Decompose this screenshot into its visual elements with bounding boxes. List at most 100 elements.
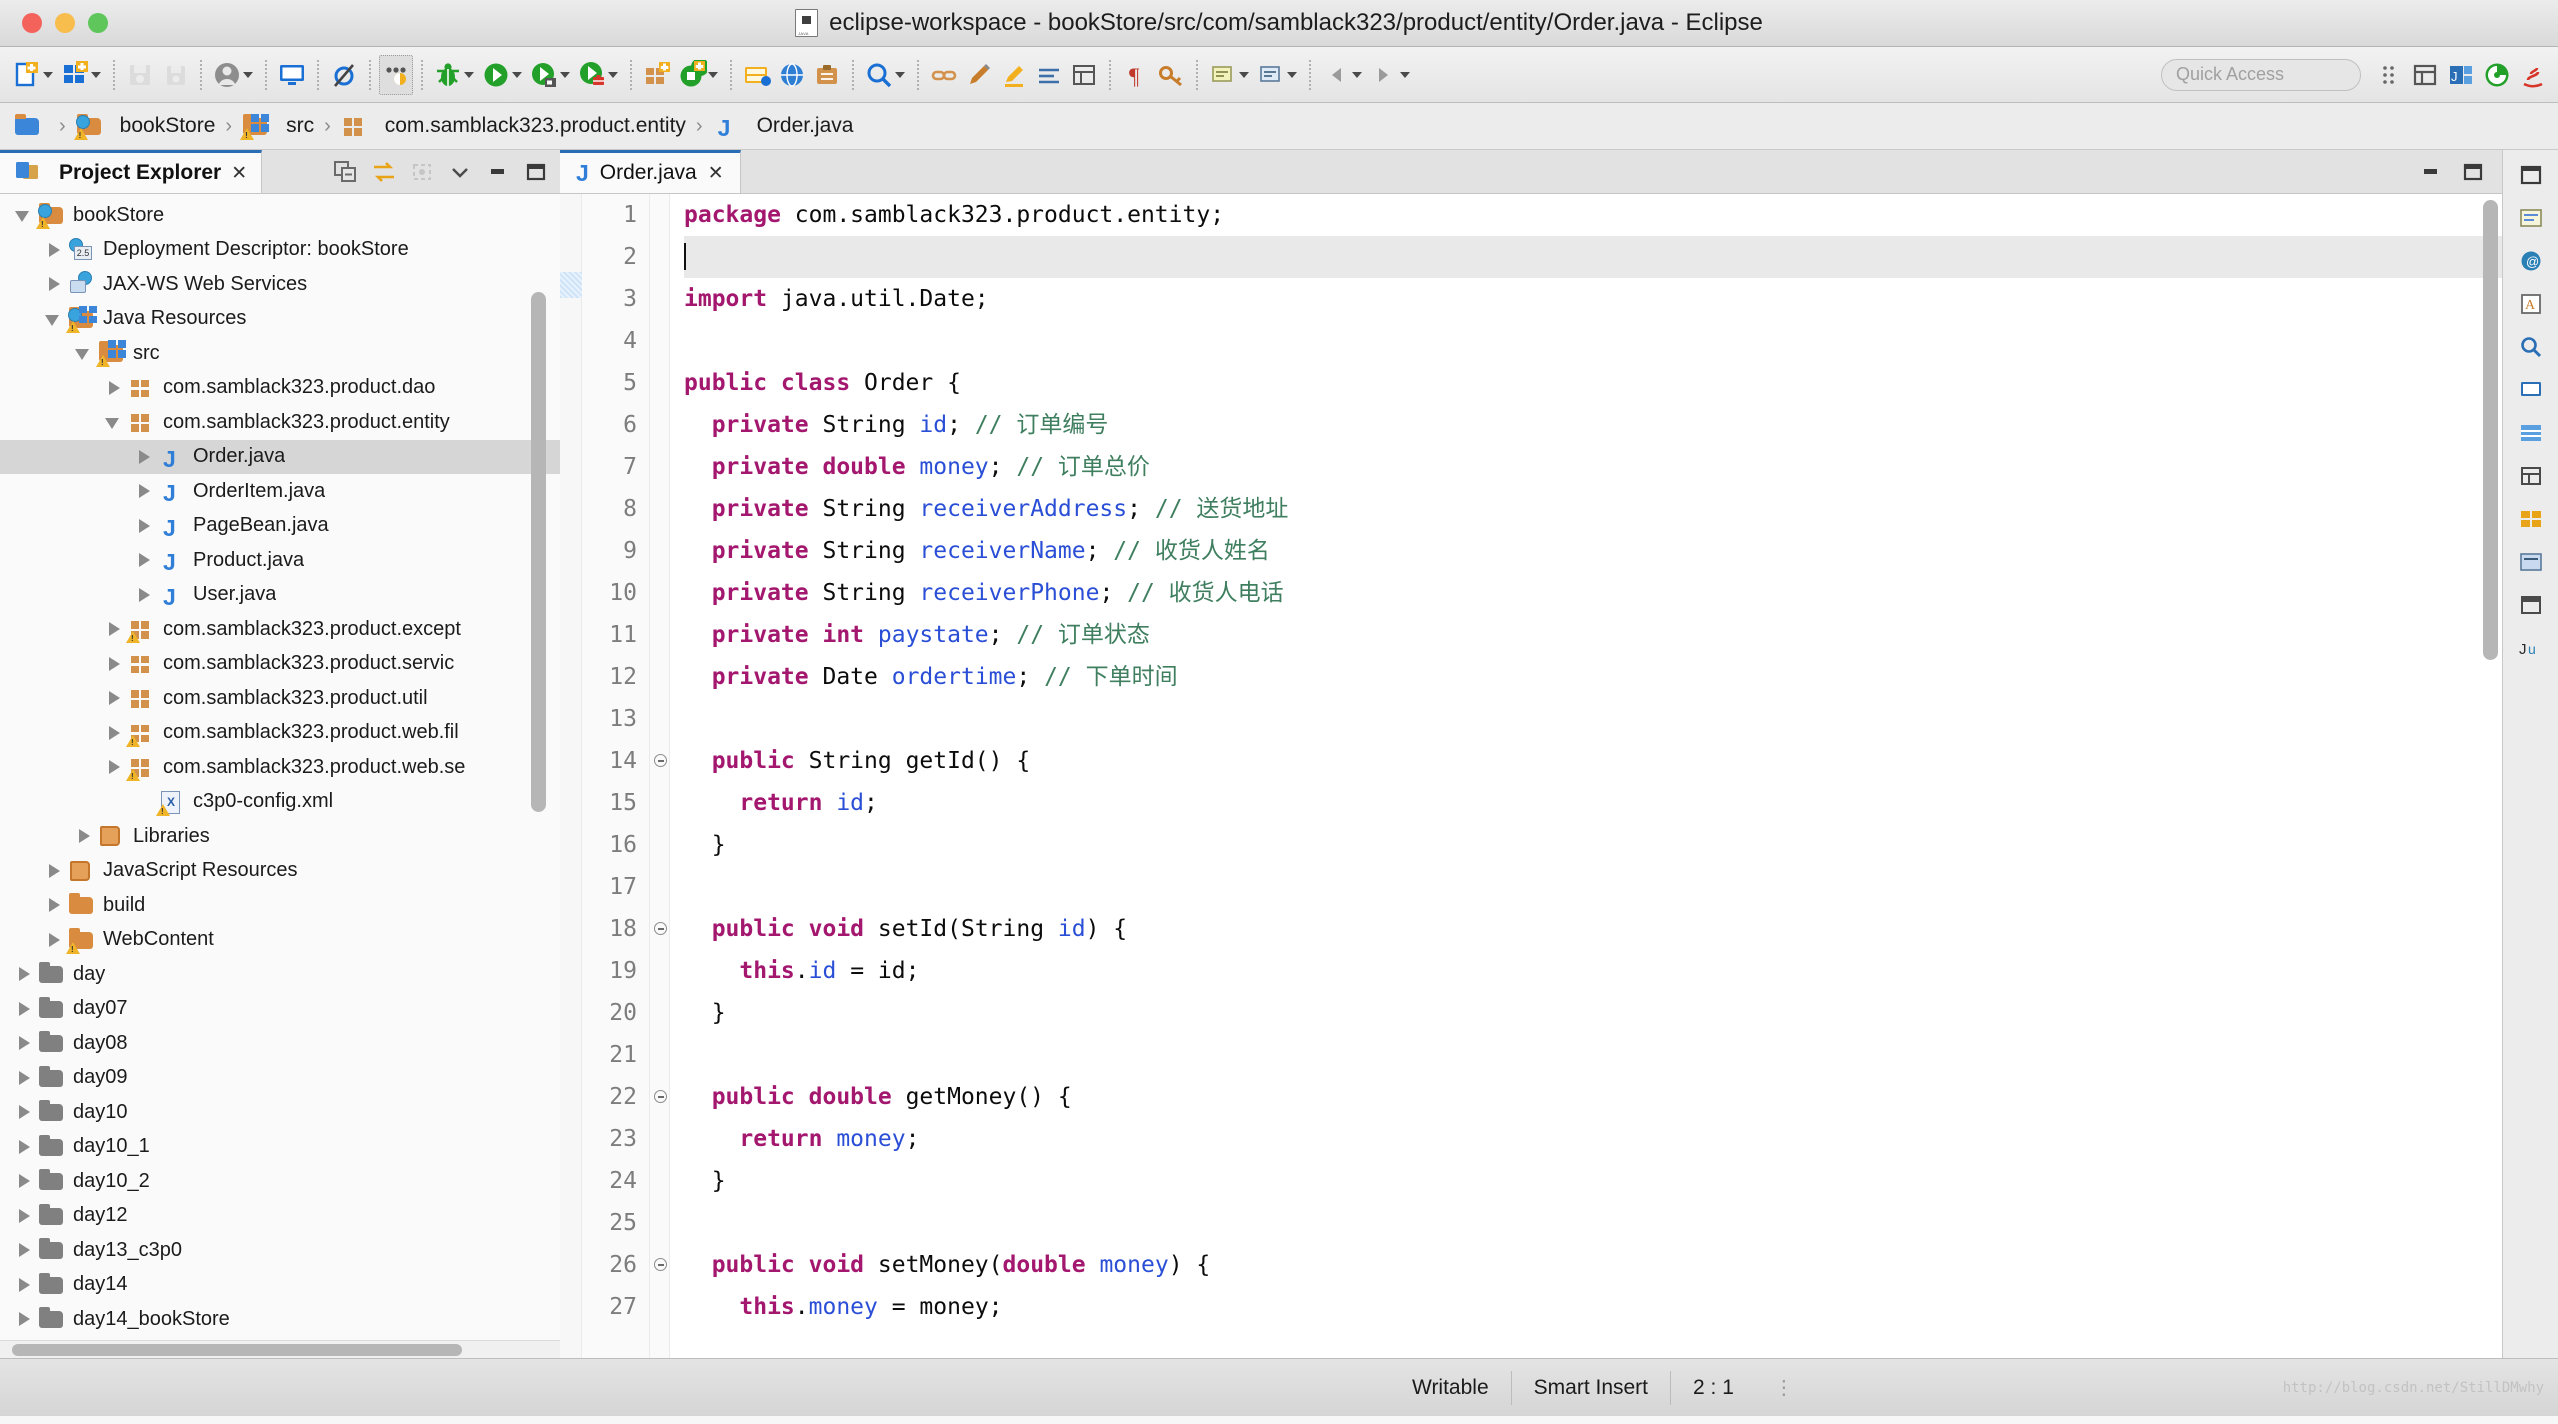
code-line[interactable]: return id;	[684, 782, 2502, 824]
fold-cell[interactable]	[650, 488, 669, 530]
arrow-right-icon[interactable]	[1367, 55, 1401, 95]
tree-item[interactable]: day14_bookStore	[0, 1302, 560, 1337]
tree-item[interactable]: bookStore	[0, 198, 560, 233]
fold-cell[interactable]	[650, 1202, 669, 1244]
expand-arrow-icon[interactable]	[134, 585, 154, 605]
expand-arrow-icon[interactable]	[14, 1068, 34, 1088]
tab-project-explorer[interactable]: Project Explorer ✕	[0, 150, 262, 193]
collapse-method-icon[interactable]	[654, 1090, 667, 1103]
code-line[interactable]	[684, 236, 2502, 278]
collapse-method-icon[interactable]	[654, 922, 667, 935]
marker-column[interactable]	[560, 194, 582, 1358]
code-line[interactable]: this.money = money;	[684, 1286, 2502, 1328]
fold-cell[interactable]	[650, 992, 669, 1034]
next-annotation-icon[interactable]	[1254, 55, 1288, 95]
tree-item[interactable]: Java Resources	[0, 302, 560, 337]
expand-arrow-icon[interactable]	[14, 1275, 34, 1295]
tree-item[interactable]: build	[0, 888, 560, 923]
monitor-icon[interactable]	[275, 55, 309, 95]
tree-item[interactable]: src	[0, 336, 560, 371]
fold-cell[interactable]	[650, 194, 669, 236]
run-case-icon[interactable]	[575, 55, 609, 95]
code-line[interactable]: public class Order {	[684, 362, 2502, 404]
close-icon[interactable]: ✕	[231, 162, 247, 185]
tree-item[interactable]: day10_2	[0, 1164, 560, 1199]
bug-dropdown-icon[interactable]	[464, 72, 474, 78]
expand-arrow-icon[interactable]	[104, 688, 124, 708]
arrow-left-icon[interactable]	[1319, 55, 1353, 95]
code-line[interactable]: private String receiverAddress; // 送货地址	[684, 488, 2502, 530]
expand-arrow-icon[interactable]	[14, 1309, 34, 1329]
expand-arrow-icon[interactable]	[44, 274, 64, 294]
tree-item[interactable]: day10	[0, 1095, 560, 1130]
fold-cell[interactable]	[650, 278, 669, 320]
expand-arrow-icon[interactable]	[14, 964, 34, 984]
java-ee-perspective-icon[interactable]: J	[2444, 55, 2478, 95]
outline-view-icon[interactable]	[2511, 502, 2551, 536]
focus-task-icon[interactable]	[407, 157, 437, 187]
tree-item[interactable]: c3p0-config.xml	[0, 785, 560, 820]
breadcrumb-item-package[interactable]: com.samblack323.product.entity	[341, 113, 686, 139]
palette-view-icon[interactable]	[2511, 588, 2551, 622]
code-line[interactable]	[684, 698, 2502, 740]
bug-icon[interactable]	[431, 55, 465, 95]
expand-arrow-icon[interactable]	[104, 654, 124, 674]
code-line[interactable]	[684, 1034, 2502, 1076]
tree-item[interactable]: JavaScript Resources	[0, 854, 560, 889]
code-line[interactable]	[684, 320, 2502, 362]
code-line[interactable]: private int paystate; // 订单状态	[684, 614, 2502, 656]
breadcrumb-item-workspace[interactable]	[14, 113, 49, 139]
no-breakpoint-icon[interactable]	[327, 55, 361, 95]
marker-icon[interactable]	[997, 55, 1031, 95]
code-area[interactable]: 1234567891011121314151617181920212223242…	[560, 194, 2502, 1358]
project-tree-vscrollbar[interactable]	[531, 202, 546, 1142]
class-plus-icon[interactable]	[675, 55, 709, 95]
task-list-view-icon[interactable]	[2511, 545, 2551, 579]
class-plus-dropdown-icon[interactable]	[708, 72, 718, 78]
expand-arrow-icon[interactable]	[74, 343, 94, 363]
task-icon[interactable]	[810, 55, 844, 95]
expand-arrow-icon[interactable]	[74, 826, 94, 846]
tree-item[interactable]: JOrder.java	[0, 440, 560, 475]
code-line[interactable]: private double money; // 订单总价	[684, 446, 2502, 488]
code-line[interactable]: }	[684, 992, 2502, 1034]
new-grid-icon[interactable]	[58, 55, 92, 95]
restore-view-icon[interactable]	[2511, 158, 2551, 192]
package-plus-icon[interactable]	[640, 55, 674, 95]
expand-arrow-icon[interactable]	[44, 861, 64, 881]
project-tree-hscrollbar[interactable]	[0, 1340, 560, 1358]
fold-cell[interactable]	[650, 614, 669, 656]
chevron-down-icon[interactable]	[445, 157, 475, 187]
data-source-view-icon[interactable]	[2511, 416, 2551, 450]
tree-item[interactable]: day	[0, 957, 560, 992]
tree-item[interactable]: com.samblack323.product.dao	[0, 371, 560, 406]
code-line[interactable]: private String id; // 订单编号	[684, 404, 2502, 446]
fold-cell[interactable]	[650, 1244, 669, 1286]
close-window-button[interactable]	[22, 13, 42, 33]
open-perspective-icon[interactable]	[2408, 55, 2442, 95]
code-line[interactable]: this.id = id;	[684, 950, 2502, 992]
new-grid-dropdown-icon[interactable]	[91, 72, 101, 78]
search-dropdown-icon[interactable]	[895, 72, 905, 78]
expand-arrow-icon[interactable]	[14, 1033, 34, 1053]
key-icon[interactable]	[1154, 55, 1188, 95]
properties-view-icon[interactable]: A	[2511, 287, 2551, 321]
collapse-method-icon[interactable]	[654, 754, 667, 767]
console-view-icon[interactable]	[2511, 373, 2551, 407]
person-icon[interactable]	[210, 55, 244, 95]
code-line[interactable]: package com.samblack323.product.entity;	[684, 194, 2502, 236]
fold-cell[interactable]	[650, 908, 669, 950]
back-dropdown-icon[interactable]	[1352, 72, 1362, 78]
collapse-method-icon[interactable]	[654, 1258, 667, 1271]
minimize-icon[interactable]	[483, 157, 513, 187]
fold-cell[interactable]	[650, 446, 669, 488]
code-line[interactable]: public String getId() {	[684, 740, 2502, 782]
minimize-window-button[interactable]	[55, 13, 75, 33]
status-overflow-icon[interactable]: ⋮	[1774, 1375, 1796, 1400]
expand-arrow-icon[interactable]	[44, 930, 64, 950]
tree-item[interactable]: day14	[0, 1268, 560, 1303]
run-dropdown-icon[interactable]	[512, 72, 522, 78]
minimize-icon[interactable]	[2416, 157, 2446, 187]
new-file-icon[interactable]	[10, 55, 44, 95]
prev-annotation-icon[interactable]	[1206, 55, 1240, 95]
